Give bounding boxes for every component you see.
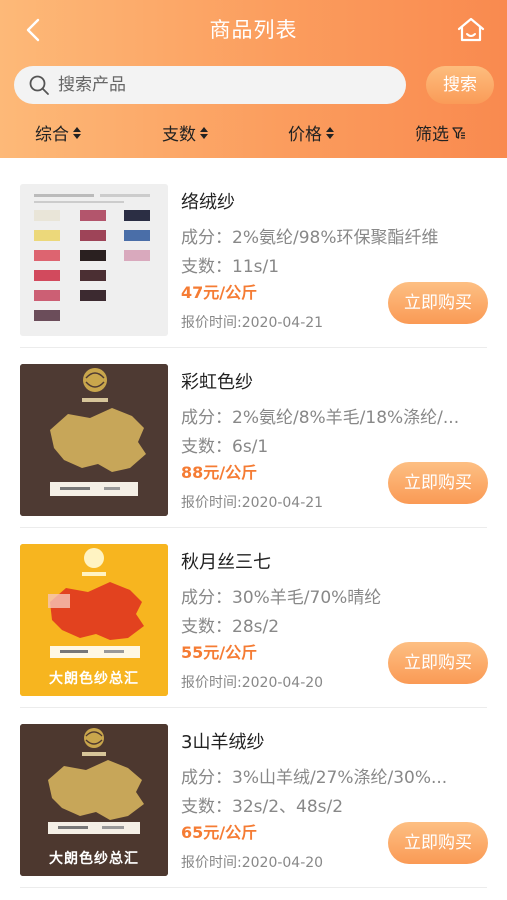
header: 商品列表 搜索 综合 支数 价格 筛选	[0, 0, 507, 158]
product-count: 支数：6s/1	[181, 437, 269, 457]
product-count: 支数：32s/2、48s/2	[181, 797, 344, 817]
filter-count[interactable]: 支数	[162, 120, 209, 145]
filter-label: 筛选	[415, 125, 449, 145]
quote-date: 报价时间:2020-04-21	[181, 315, 324, 331]
search-box	[14, 66, 406, 104]
yarn-swatch-card-image	[20, 184, 168, 336]
sort-arrows-icon	[325, 125, 335, 145]
top-bar: 商品列表	[0, 0, 507, 60]
thumb-brand-text: 大朗色纱总汇	[49, 671, 139, 687]
thumb-brand-text: 大朗色纱总汇	[49, 851, 139, 867]
product-item[interactable]: 彩虹色纱 成分：2%氨纶/8%羊毛/18%涤纶/... 支数：6s/1 88元/…	[0, 348, 507, 528]
filter-label: 支数	[162, 125, 196, 145]
product-price: 65元/公斤	[181, 823, 258, 842]
product-price: 55元/公斤	[181, 643, 258, 662]
filter-comprehensive[interactable]: 综合	[35, 120, 82, 145]
buy-now-button[interactable]: 立即购买	[388, 642, 488, 684]
product-count: 支数：11s/1	[181, 257, 280, 277]
sort-arrows-icon	[72, 125, 82, 145]
product-image: 大朗色纱总汇	[20, 544, 168, 696]
search-input[interactable]	[58, 70, 388, 100]
product-item[interactable]: 大朗色纱总汇 秋月丝三七 成分：30%羊毛/70%晴纶 支数：28s/2 55元…	[0, 528, 507, 708]
filter-bar: 综合 支数 价格 筛选	[0, 112, 507, 152]
product-composition: 成分：2%氨纶/8%羊毛/18%涤纶/...	[181, 408, 460, 428]
page-title: 商品列表	[209, 18, 298, 42]
buy-now-button[interactable]: 立即购买	[388, 282, 488, 324]
product-image	[20, 364, 168, 516]
product-name: 秋月丝三七	[181, 552, 271, 573]
sort-arrows-icon	[199, 125, 209, 145]
filter-icon	[452, 125, 466, 145]
product-composition: 成分：2%氨纶/98%环保聚酯纤维	[181, 228, 439, 248]
product-item[interactable]: 大朗色纱总汇 3山羊绒纱 成分：3%山羊绒/27%涤纶/30%... 支数：32…	[0, 708, 507, 888]
home-button[interactable]	[455, 14, 487, 46]
product-image	[20, 184, 168, 336]
product-item[interactable]: 络绒纱 成分：2%氨纶/98%环保聚酯纤维 支数：11s/1 47元/公斤 报价…	[0, 168, 507, 348]
filter-screen[interactable]: 筛选	[415, 120, 466, 145]
product-name: 络绒纱	[181, 192, 235, 213]
quote-date: 报价时间:2020-04-20	[181, 855, 324, 871]
filter-price[interactable]: 价格	[288, 120, 335, 145]
quote-date: 报价时间:2020-04-21	[181, 495, 324, 511]
search-button[interactable]: 搜索	[426, 66, 494, 104]
product-count: 支数：28s/2	[181, 617, 280, 637]
product-price: 88元/公斤	[181, 463, 258, 482]
buy-now-button[interactable]: 立即购买	[388, 462, 488, 504]
product-name: 3山羊绒纱	[181, 732, 265, 753]
product-composition: 成分：3%山羊绒/27%涤纶/30%...	[181, 768, 448, 788]
buy-now-button[interactable]: 立即购买	[388, 822, 488, 864]
filter-label: 价格	[288, 125, 322, 145]
product-name: 彩虹色纱	[181, 372, 253, 393]
product-price: 47元/公斤	[181, 283, 258, 302]
search-icon	[29, 75, 49, 95]
product-image: 大朗色纱总汇	[20, 724, 168, 876]
quote-date: 报价时间:2020-04-20	[181, 675, 324, 691]
filter-label: 综合	[35, 125, 69, 145]
product-composition: 成分：30%羊毛/70%晴纶	[181, 588, 382, 608]
divider	[20, 887, 487, 888]
home-icon	[457, 17, 485, 42]
yarn-brand-card-image	[20, 364, 168, 516]
